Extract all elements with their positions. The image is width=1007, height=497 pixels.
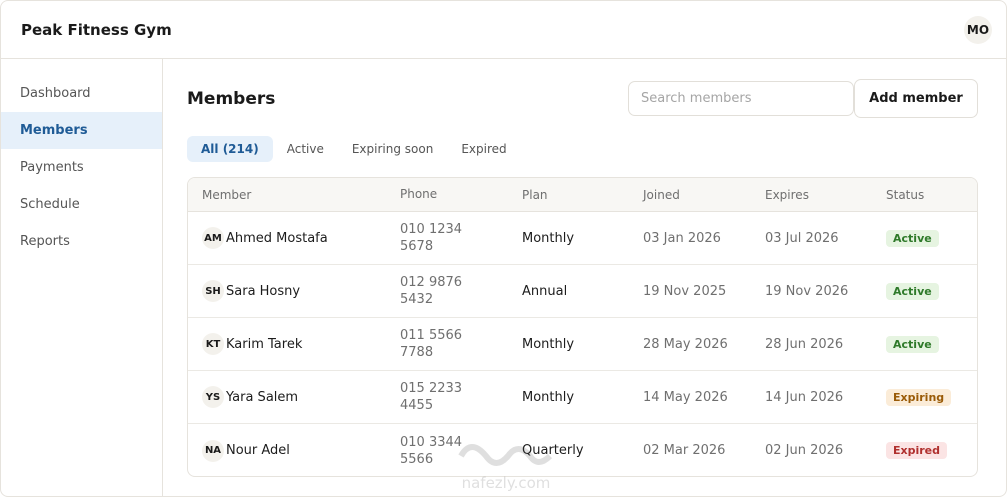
phone-cell: 010 1234 5678 [400, 221, 522, 255]
phone-line-2: 5432 [400, 292, 434, 307]
member-name: Nour Adel [226, 443, 290, 458]
status-cell: Active [886, 229, 976, 247]
phone-line-2: 7788 [400, 345, 434, 360]
table-row[interactable]: NA Nour Adel 010 3344 5566 Quarterly 02 … [188, 424, 977, 476]
column-header-expires[interactable]: Expires [765, 188, 886, 202]
search-input[interactable] [628, 81, 854, 116]
sidebar-item-schedule[interactable]: Schedule [1, 186, 162, 223]
joined-cell: 14 May 2026 [643, 389, 728, 405]
page-title: Members [187, 89, 276, 109]
column-header-status[interactable]: Status [886, 188, 976, 202]
tab-expiring-soon[interactable]: Expiring soon [338, 136, 447, 162]
joined-cell: 19 Nov 2025 [643, 283, 727, 299]
tab-all[interactable]: All (214) [187, 136, 273, 162]
table-row[interactable]: YS Yara Salem 015 2233 4455 Monthly 14 M… [188, 371, 977, 424]
plan-cell: Quarterly [522, 443, 584, 458]
member-avatar: NA [202, 439, 224, 462]
phone-line-1: 012 9876 [400, 275, 463, 290]
member-avatar: AM [202, 227, 224, 249]
sidebar-item-dashboard[interactable]: Dashboard [1, 75, 162, 112]
phone-line-1: 015 2233 [400, 381, 463, 396]
phone-line-2: 5566 [400, 451, 434, 467]
phone-line-1: 010 1234 [400, 222, 463, 237]
table-header: Member Phone Plan Joined Expires Status [188, 178, 977, 212]
joined-cell: 02 Mar 2026 [643, 443, 726, 458]
member-cell: NA Nour Adel [188, 439, 400, 462]
add-member-button[interactable]: Add member [854, 79, 978, 118]
member-cell: SH Sara Hosny [188, 280, 400, 302]
column-header-phone[interactable]: Phone [400, 186, 522, 203]
member-name: Karim Tarek [226, 336, 303, 352]
member-cell: KT Karim Tarek [188, 333, 400, 355]
status-badge: Active [886, 229, 939, 247]
plan-cell: Monthly [522, 230, 575, 246]
status-badge: Active [886, 282, 939, 300]
user-avatar[interactable]: MO [964, 15, 992, 44]
status-badge: Expired [886, 442, 948, 459]
column-header-plan[interactable]: Plan [522, 188, 643, 202]
expires-cell: 19 Nov 2026 [765, 283, 849, 299]
app-window: Peak Fitness Gym MO Dashboard Members Pa… [0, 0, 1007, 497]
expires-cell: 02 Jun 2026 [765, 443, 844, 458]
member-avatar: KT [202, 333, 224, 355]
column-header-member[interactable]: Member [188, 188, 400, 202]
plan-cell: Annual [522, 283, 568, 299]
plan-cell: Monthly [522, 336, 575, 352]
sidebar-item-reports[interactable]: Reports [1, 223, 162, 260]
status-badge: Expiring [886, 388, 952, 406]
joined-cell: 28 May 2026 [643, 336, 728, 352]
phone-cell: 012 9876 5432 [400, 274, 522, 308]
expires-cell: 28 Jun 2026 [765, 336, 844, 352]
member-name: Ahmed Mostafa [226, 230, 328, 246]
column-header-joined[interactable]: Joined [643, 188, 765, 202]
tab-expired[interactable]: Expired [447, 136, 520, 162]
member-avatar: YS [202, 386, 224, 408]
status-cell: Active [886, 282, 976, 300]
status-badge: Active [886, 335, 939, 353]
phone-line-2: 5678 [400, 239, 434, 254]
member-cell: YS Yara Salem [188, 386, 400, 408]
main-content: Members Add member All (214) Active Expi… [163, 59, 1006, 496]
table-row[interactable]: AM Ahmed Mostafa 010 1234 5678 Monthly 0… [188, 212, 977, 265]
expires-cell: 14 Jun 2026 [765, 389, 844, 405]
member-name: Sara Hosny [226, 283, 301, 299]
tab-active[interactable]: Active [273, 136, 338, 162]
status-cell: Active [886, 335, 976, 353]
phone-line-2: 4455 [400, 398, 434, 413]
members-table: Member Phone Plan Joined Expires Status … [187, 177, 978, 477]
status-cell: Expiring [886, 388, 976, 406]
sidebar-item-payments[interactable]: Payments [1, 149, 162, 186]
member-name: Yara Salem [226, 389, 299, 405]
plan-cell: Monthly [522, 389, 575, 405]
app-title: Peak Fitness Gym [21, 20, 172, 39]
phone-cell: 010 3344 5566 [400, 434, 522, 468]
expires-cell: 03 Jul 2026 [765, 230, 839, 246]
filter-tabs: All (214) Active Expiring soon Expired [187, 136, 521, 162]
sidebar-item-members[interactable]: Members [1, 112, 162, 149]
member-avatar: SH [202, 280, 224, 302]
joined-cell: 03 Jan 2026 [643, 230, 721, 246]
top-bar: Peak Fitness Gym MO [1, 1, 1006, 59]
phone-line-1: 011 5566 [400, 328, 463, 343]
table-row[interactable]: SH Sara Hosny 012 9876 5432 Annual 19 No… [188, 265, 977, 318]
phone-cell: 015 2233 4455 [400, 380, 522, 414]
phone-cell: 011 5566 7788 [400, 327, 522, 361]
table-row[interactable]: KT Karim Tarek 011 5566 7788 Monthly 28 … [188, 318, 977, 371]
status-cell: Expired [886, 442, 976, 459]
sidebar: Dashboard Members Payments Schedule Repo… [1, 59, 163, 496]
phone-line-1: 010 3344 [400, 434, 463, 450]
member-cell: AM Ahmed Mostafa [188, 227, 400, 249]
